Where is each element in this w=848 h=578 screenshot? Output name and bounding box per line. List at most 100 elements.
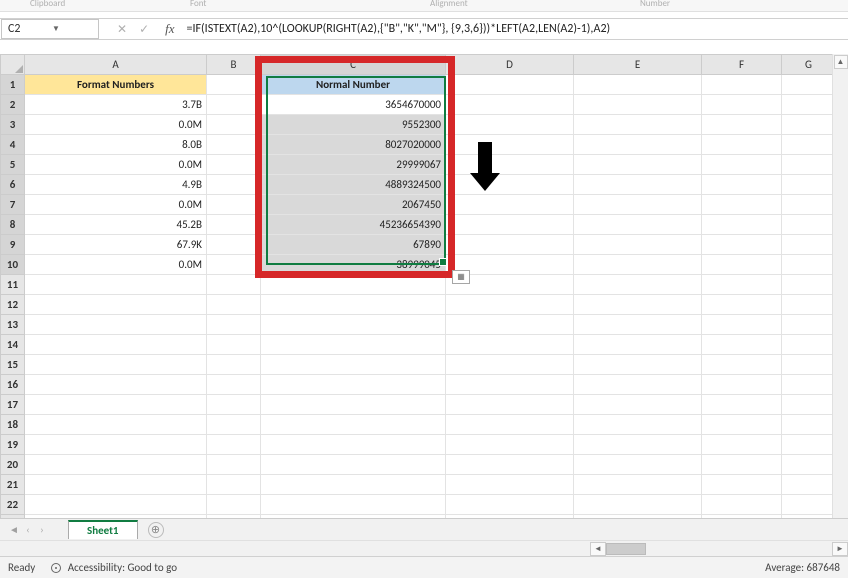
cell-F6[interactable]: [702, 175, 782, 195]
cell-B13[interactable]: [207, 315, 261, 335]
cell-B12[interactable]: [207, 295, 261, 315]
cell-B17[interactable]: [207, 395, 261, 415]
cell-F5[interactable]: [702, 155, 782, 175]
cell-E19[interactable]: [574, 435, 702, 455]
cell-F2[interactable]: [702, 95, 782, 115]
formula-bar[interactable]: =IF(ISTEXT(A2),10^(LOOKUP(RIGHT(A2),{"B"…: [183, 20, 848, 38]
cell-C20[interactable]: [261, 455, 446, 475]
cell-G16[interactable]: [782, 375, 836, 395]
row-header-10[interactable]: 10: [1, 255, 25, 275]
cell-F18[interactable]: [702, 415, 782, 435]
cell-A21[interactable]: [25, 475, 207, 495]
cell-F1[interactable]: [702, 75, 782, 95]
cell-A15[interactable]: [25, 355, 207, 375]
cell-D2[interactable]: [446, 95, 574, 115]
cell-C18[interactable]: [261, 415, 446, 435]
select-all-corner[interactable]: [1, 55, 25, 75]
row-header-19[interactable]: 19: [1, 435, 25, 455]
cell-C5[interactable]: 29999067: [261, 155, 446, 175]
cell-E6[interactable]: [574, 175, 702, 195]
cell-D22[interactable]: [446, 495, 574, 515]
sheet-nav-buttons[interactable]: ◄ ‹ ›: [8, 523, 48, 536]
cell-F20[interactable]: [702, 455, 782, 475]
cell-E20[interactable]: [574, 455, 702, 475]
fx-icon[interactable]: fx: [165, 21, 174, 37]
col-header-D[interactable]: D: [446, 55, 574, 75]
row-header-11[interactable]: 11: [1, 275, 25, 295]
cell-A17[interactable]: [25, 395, 207, 415]
cell-A19[interactable]: [25, 435, 207, 455]
row-header-12[interactable]: 12: [1, 295, 25, 315]
cell-G18[interactable]: [782, 415, 836, 435]
cell-B18[interactable]: [207, 415, 261, 435]
cell-A5[interactable]: 0.0M: [25, 155, 207, 175]
cell-B10[interactable]: [207, 255, 261, 275]
row-header-17[interactable]: 17: [1, 395, 25, 415]
row-header-7[interactable]: 7: [1, 195, 25, 215]
status-accessibility[interactable]: Accessibility: Good to go: [51, 561, 177, 574]
cell-G6[interactable]: [782, 175, 836, 195]
cell-B14[interactable]: [207, 335, 261, 355]
worksheet-grid[interactable]: ABCDEFG1Format NumbersNormal Number23.7B…: [0, 54, 848, 518]
row-header-3[interactable]: 3: [1, 115, 25, 135]
scroll-right-icon[interactable]: ►: [832, 542, 848, 556]
cell-E1[interactable]: [574, 75, 702, 95]
cell-E10[interactable]: [574, 255, 702, 275]
name-box[interactable]: C2 ▼: [1, 19, 99, 39]
cell-D3[interactable]: [446, 115, 574, 135]
cell-B15[interactable]: [207, 355, 261, 375]
cell-B5[interactable]: [207, 155, 261, 175]
cell-D9[interactable]: [446, 235, 574, 255]
cell-C11[interactable]: [261, 275, 446, 295]
cell-F11[interactable]: [702, 275, 782, 295]
col-header-A[interactable]: A: [25, 55, 207, 75]
cell-F19[interactable]: [702, 435, 782, 455]
cell-A13[interactable]: [25, 315, 207, 335]
chevron-down-icon[interactable]: ▼: [52, 24, 92, 34]
cell-G5[interactable]: [782, 155, 836, 175]
cell-B8[interactable]: [207, 215, 261, 235]
row-header-9[interactable]: 9: [1, 235, 25, 255]
cell-D18[interactable]: [446, 415, 574, 435]
cell-A14[interactable]: [25, 335, 207, 355]
nav-next-icon[interactable]: ›: [36, 523, 48, 536]
cell-D20[interactable]: [446, 455, 574, 475]
row-header-1[interactable]: 1: [1, 75, 25, 95]
cell-A6[interactable]: 4.9B: [25, 175, 207, 195]
cell-E22[interactable]: [574, 495, 702, 515]
cell-D8[interactable]: [446, 215, 574, 235]
horizontal-scrollbar[interactable]: ◄ ►: [0, 540, 848, 556]
cell-A10[interactable]: 0.0M: [25, 255, 207, 275]
cell-C9[interactable]: 67890: [261, 235, 446, 255]
row-header-20[interactable]: 20: [1, 455, 25, 475]
cell-A18[interactable]: [25, 415, 207, 435]
scroll-left-icon[interactable]: ◄: [590, 542, 606, 556]
cell-F9[interactable]: [702, 235, 782, 255]
cell-C13[interactable]: [261, 315, 446, 335]
row-header-6[interactable]: 6: [1, 175, 25, 195]
nav-first-icon[interactable]: ◄: [8, 523, 20, 536]
cell-D17[interactable]: [446, 395, 574, 415]
row-header-21[interactable]: 21: [1, 475, 25, 495]
scroll-up-icon[interactable]: ▲: [834, 55, 848, 69]
sheet-tab-active[interactable]: Sheet1: [68, 520, 138, 539]
cell-A12[interactable]: [25, 295, 207, 315]
cell-G4[interactable]: [782, 135, 836, 155]
cell-G12[interactable]: [782, 295, 836, 315]
hscroll-thumb[interactable]: [606, 543, 646, 555]
cell-D7[interactable]: [446, 195, 574, 215]
cell-F22[interactable]: [702, 495, 782, 515]
cell-G7[interactable]: [782, 195, 836, 215]
cell-B4[interactable]: [207, 135, 261, 155]
cell-E15[interactable]: [574, 355, 702, 375]
cell-E13[interactable]: [574, 315, 702, 335]
cell-G13[interactable]: [782, 315, 836, 335]
cell-B6[interactable]: [207, 175, 261, 195]
cell-B3[interactable]: [207, 115, 261, 135]
cell-D13[interactable]: [446, 315, 574, 335]
cell-E21[interactable]: [574, 475, 702, 495]
cell-B19[interactable]: [207, 435, 261, 455]
cell-A3[interactable]: 0.0M: [25, 115, 207, 135]
cell-G2[interactable]: [782, 95, 836, 115]
autofill-options-button[interactable]: ▦: [452, 270, 470, 284]
